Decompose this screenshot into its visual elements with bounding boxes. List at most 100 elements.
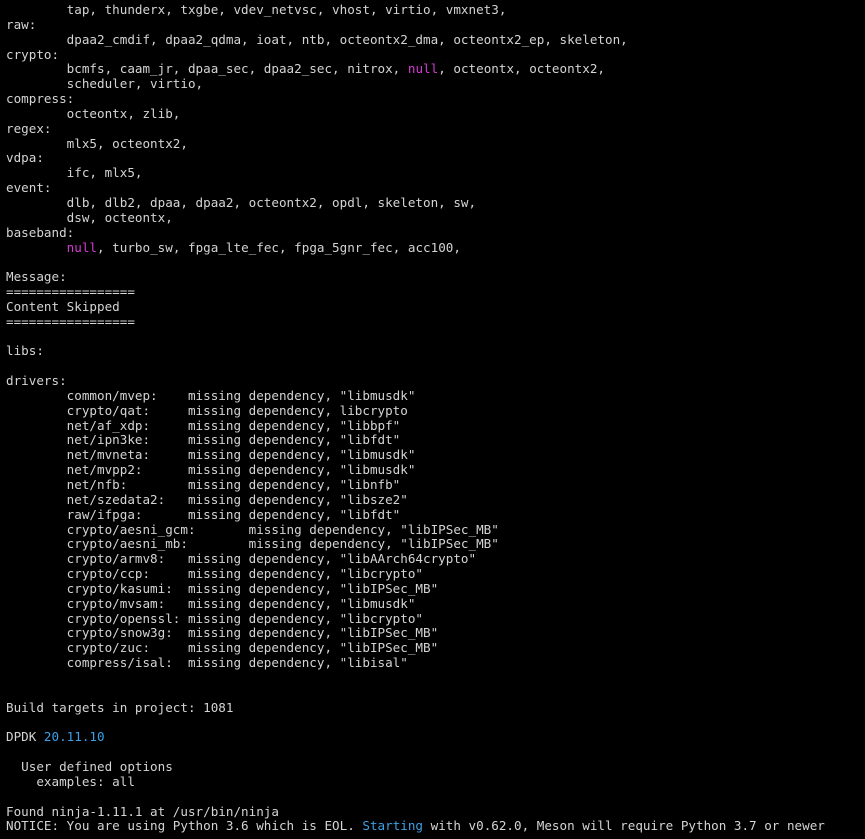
terminal-output: tap, thunderx, txgbe, vdev_netvsc, vhost…: [6, 2, 825, 834]
terminal-line: event:: [6, 180, 825, 196]
terminal-text: vdpa:: [6, 150, 44, 166]
terminal-line: tap, thunderx, txgbe, vdev_netvsc, vhost…: [6, 2, 825, 18]
terminal-line: crypto/aesni_mb: missing dependency, "li…: [6, 536, 825, 552]
terminal-line: crypto/qat: missing dependency, libcrypt…: [6, 403, 825, 419]
terminal-line: Found ninja-1.11.1 at /usr/bin/ninja: [6, 803, 825, 820]
terminal-line: dlb, dlb2, dpaa, dpaa2, octeontx2, opdl,…: [6, 194, 825, 211]
terminal-line: crypto/aesni_gcm: missing dependency, "l…: [6, 522, 825, 538]
terminal-text: regex:: [6, 120, 52, 136]
terminal-text: with v0.62.0, Meson will require Python …: [423, 818, 825, 834]
terminal-line: crypto/openssl: missing dependency, "lib…: [6, 611, 825, 627]
terminal-text: libs:: [6, 343, 44, 359]
highlighted-token: 20.11.10: [43, 729, 105, 745]
terminal-text: crypto/kasumi: missing dependency, "libI…: [6, 580, 439, 596]
terminal-text: NOTICE: You are using Python 3.6 which i…: [6, 818, 363, 834]
terminal-text: net/af_xdp: missing dependency, "libbpf": [6, 417, 401, 433]
terminal-line: Message:: [6, 269, 825, 285]
terminal-line: octeontx, zlib,: [6, 105, 825, 122]
terminal-line: ifc, mlx5,: [6, 165, 825, 181]
terminal-line: net/af_xdp: missing dependency, "libbpf": [6, 417, 825, 434]
terminal-line: net/mvpp2: missing dependency, "libmusdk…: [6, 462, 825, 478]
terminal-text: dsw, octeontx,: [6, 209, 173, 225]
terminal-line: drivers:: [6, 373, 825, 389]
terminal-text: Build targets in project: 1081: [6, 699, 234, 715]
terminal-line: Content Skipped: [6, 299, 825, 315]
terminal-line: Build targets in project: 1081: [6, 699, 825, 716]
terminal-line: raw/ifpga: missing dependency, "libfdt": [6, 506, 825, 523]
terminal-text: User defined options: [6, 759, 173, 775]
highlighted-token: null: [66, 239, 98, 255]
terminal-line: examples: all: [6, 773, 825, 790]
terminal-text: crypto:: [6, 46, 60, 62]
terminal-text: dpaa2_cmdif, dpaa2_qdma, ioat, ntb, octe…: [6, 31, 628, 47]
terminal-line: common/mvep: missing dependency, "libmus…: [6, 387, 825, 404]
terminal-line: crypto/kasumi: missing dependency, "libI…: [6, 580, 825, 597]
terminal-text: raw:: [6, 16, 37, 32]
highlighted-token: null: [407, 61, 439, 77]
terminal-text: =================: [6, 284, 135, 300]
terminal-text: net/szedata2: missing dependency, "libsz…: [6, 491, 408, 507]
terminal-text: , octeontx, octeontx2,: [438, 61, 606, 77]
terminal-text: tap, thunderx, txgbe, vdev_netvsc, vhost…: [6, 2, 507, 17]
terminal-text: net/ipn3ke: missing dependency, "libfdt": [6, 432, 401, 448]
terminal-text: bcmfs, caam_jr, dpaa_sec, dpaa2_sec, nit…: [6, 61, 408, 77]
terminal-text: common/mvep: missing dependency, "libmus…: [6, 387, 416, 403]
terminal-line: crypto/mvsam: missing dependency, "libmu…: [6, 595, 825, 612]
terminal-text: compress/isal: missing dependency, "libi…: [6, 655, 408, 671]
terminal-text: drivers:: [6, 373, 67, 389]
terminal-line: regex:: [6, 120, 825, 137]
terminal-line: compress/isal: missing dependency, "libi…: [6, 655, 825, 671]
terminal-line: crypto:: [6, 46, 825, 63]
terminal-text: mlx5, octeontx2,: [6, 135, 188, 151]
terminal-line: raw:: [6, 16, 825, 33]
terminal-text: crypto/snow3g: missing dependency, "libI…: [6, 625, 439, 641]
terminal-text: Found ninja-1.11.1 at /usr/bin/ninja: [6, 803, 279, 819]
terminal-text: crypto/ccp: missing dependency, "libcryp…: [6, 566, 424, 582]
terminal-line: crypto/snow3g: missing dependency, "libI…: [6, 626, 825, 641]
terminal-text: net/mvpp2: missing dependency, "libmusdk…: [6, 462, 416, 478]
terminal-line: scheduler, virtio,: [6, 76, 825, 92]
terminal-line: compress:: [6, 91, 825, 107]
terminal-text: ifc, mlx5,: [6, 165, 143, 181]
terminal-line: net/mvneta: missing dependency, "libmusd…: [6, 447, 825, 463]
terminal-line: net/szedata2: missing dependency, "libsz…: [6, 491, 825, 508]
terminal-text: compress:: [6, 91, 75, 107]
terminal-text: DPDK: [6, 729, 44, 745]
terminal-line: =================: [6, 313, 825, 330]
terminal-text: , turbo_sw, fpga_lte_fec, fpga_5gnr_fec,…: [97, 239, 461, 255]
terminal-text: examples: all: [6, 773, 135, 789]
terminal-text: dlb, dlb2, dpaa, dpaa2, octeontx2, opdl,…: [6, 194, 477, 210]
terminal-text: event:: [6, 180, 52, 196]
terminal-text: net/mvneta: missing dependency, "libmusd…: [6, 447, 416, 463]
terminal-text: crypto/mvsam: missing dependency, "libmu…: [6, 595, 416, 611]
terminal-text: crypto/zuc: missing dependency, "libIPSe…: [6, 640, 439, 656]
terminal-line: net/ipn3ke: missing dependency, "libfdt": [6, 433, 825, 448]
terminal-line: dpaa2_cmdif, dpaa2_qdma, ioat, ntb, octe…: [6, 31, 825, 48]
terminal-text: crypto/aesni_mb: missing dependency, "li…: [6, 536, 499, 552]
terminal-text: octeontx, zlib,: [6, 105, 181, 121]
terminal-window[interactable]: tap, thunderx, txgbe, vdev_netvsc, vhost…: [0, 0, 865, 839]
terminal-line: =================: [6, 284, 825, 300]
terminal-text: raw/ifpga: missing dependency, "libfdt": [6, 506, 401, 522]
terminal-line: User defined options: [6, 759, 825, 775]
highlighted-token: Starting: [362, 818, 424, 834]
terminal-line: mlx5, octeontx2,: [6, 135, 825, 152]
terminal-line: crypto/armv8: missing dependency, "libAA…: [6, 551, 825, 567]
terminal-line: bcmfs, caam_jr, dpaa_sec, dpaa2_sec, nit…: [6, 61, 825, 77]
terminal-line: DPDK 20.11.10: [6, 729, 825, 745]
terminal-text: =================: [6, 313, 135, 329]
terminal-line: dsw, octeontx,: [6, 209, 825, 226]
terminal-line: baseband:: [6, 225, 825, 241]
terminal-line: NOTICE: You are using Python 3.6 which i…: [6, 818, 825, 834]
terminal-text: net/nfb: missing dependency, "libnfb": [6, 477, 401, 492]
terminal-line: crypto/zuc: missing dependency, "libIPSe…: [6, 640, 825, 656]
